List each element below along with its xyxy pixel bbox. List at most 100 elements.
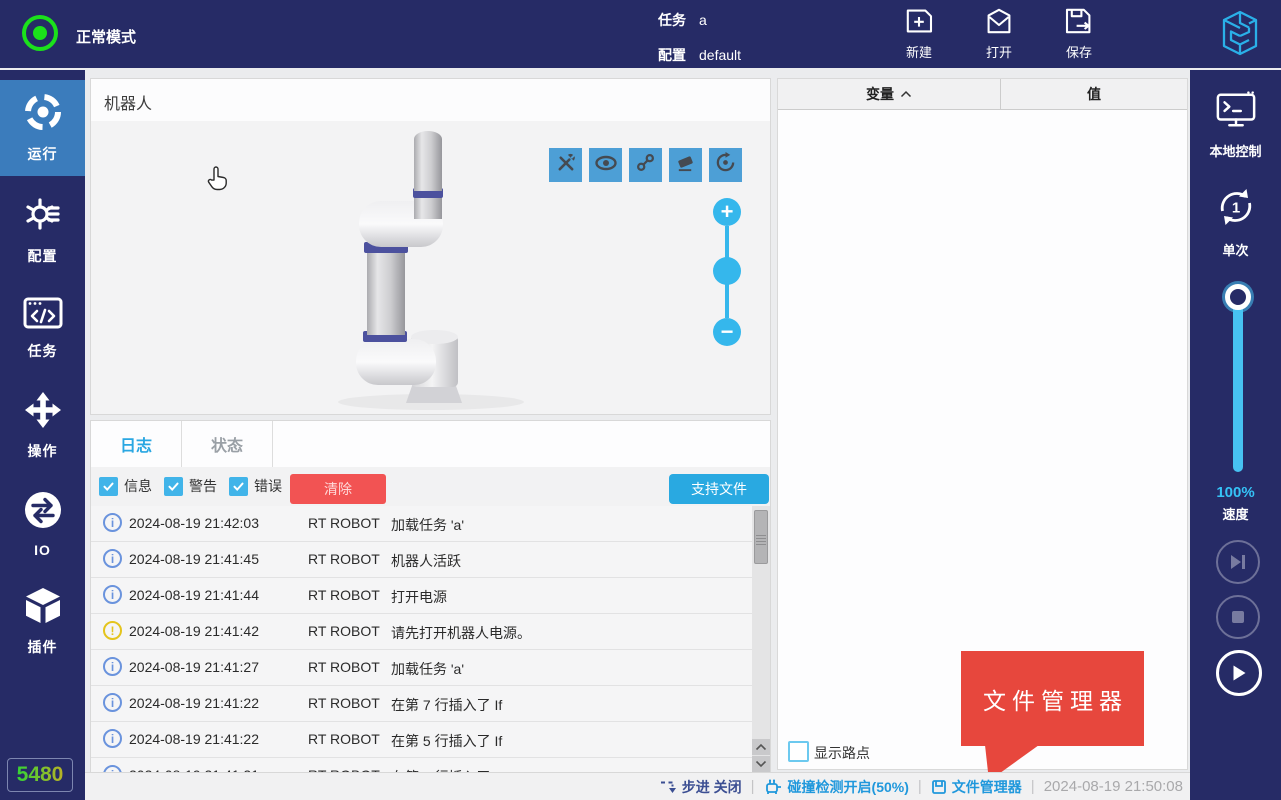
log-row[interactable]: i 2024-08-19 21:41:22 RT ROBOT 在第 7 行插入了… bbox=[91, 686, 752, 722]
robot-3d-view[interactable]: + − bbox=[91, 121, 770, 414]
tools-button[interactable] bbox=[549, 148, 582, 182]
path-button[interactable] bbox=[629, 148, 662, 182]
robot-panel-header: 机器人 bbox=[91, 79, 770, 122]
filter-warn-label: 警告 bbox=[189, 476, 217, 496]
log-source: RT ROBOT bbox=[308, 695, 380, 711]
robot-arm-model bbox=[331, 121, 531, 413]
top-navbar: 正常模式 任务a 配置default 新建 打开 保存 bbox=[0, 0, 1281, 68]
scroll-down-button[interactable] bbox=[752, 756, 770, 772]
status-bar: 步进 关闭 | 碰撞检测开启(50%) | 文件管理器 | 2024-08-19… bbox=[85, 772, 1190, 800]
checkbox-checked-icon bbox=[229, 477, 248, 496]
sidebar-item-label: 任务 bbox=[28, 341, 58, 361]
scrollbar-thumb[interactable] bbox=[754, 510, 768, 564]
file-manager-button[interactable]: 文件管理器 bbox=[931, 777, 1022, 797]
log-time: 2024-08-19 21:41:27 bbox=[129, 659, 259, 675]
column-header-variable[interactable]: 变量 bbox=[778, 79, 1001, 110]
stop-button[interactable] bbox=[1216, 595, 1260, 639]
task-code-icon bbox=[23, 295, 63, 334]
sidebar-item-config[interactable]: 配置 bbox=[0, 194, 85, 266]
log-row[interactable]: i 2024-08-19 21:41:45 RT ROBOT 机器人活跃 bbox=[91, 542, 752, 578]
play-icon bbox=[1231, 664, 1247, 682]
log-time: 2024-08-19 21:41:22 bbox=[129, 731, 259, 747]
robot-panel: 机器人 bbox=[90, 78, 771, 415]
local-control-button[interactable]: 本地控制 bbox=[1190, 90, 1281, 160]
sidebar-item-label: 插件 bbox=[28, 637, 58, 657]
single-loop-icon: 1 bbox=[1213, 184, 1259, 235]
save-task-button[interactable]: 保存 bbox=[1048, 6, 1110, 61]
log-row[interactable]: i 2024-08-19 21:41:21 RT ROBOT 在第 3 行插入了… bbox=[91, 758, 752, 772]
log-row[interactable]: ! 2024-08-19 21:41:42 RT ROBOT 请先打开机器人电源… bbox=[91, 614, 752, 650]
mode-status-icon bbox=[22, 15, 58, 51]
log-message: 机器人活跃 bbox=[391, 551, 461, 571]
tab-status[interactable]: 状态 bbox=[182, 421, 273, 467]
filter-error-checkbox[interactable]: 错误 bbox=[229, 476, 282, 496]
file-manager-callout: 文件管理器 bbox=[961, 651, 1144, 746]
log-message: 加载任务 'a' bbox=[391, 659, 464, 679]
filter-info-checkbox[interactable]: 信息 bbox=[99, 476, 152, 496]
new-file-icon bbox=[903, 23, 935, 40]
warning-icon: ! bbox=[103, 621, 122, 640]
new-label: 新建 bbox=[888, 42, 950, 61]
log-message: 在第 5 行插入了 If bbox=[391, 731, 502, 751]
config-row: 配置default bbox=[658, 45, 741, 65]
sidebar-item-io[interactable]: IO bbox=[0, 488, 85, 560]
scroll-up-button[interactable] bbox=[752, 739, 770, 755]
collision-detection-status[interactable]: 碰撞检测开启(50%) bbox=[764, 777, 909, 797]
log-row[interactable]: i 2024-08-19 21:41:22 RT ROBOT 在第 5 行插入了… bbox=[91, 722, 752, 758]
info-icon: i bbox=[103, 657, 122, 676]
config-value: default bbox=[699, 47, 741, 63]
reset-view-button[interactable] bbox=[709, 148, 742, 182]
skip-icon bbox=[1229, 554, 1247, 570]
filter-warn-checkbox[interactable]: 警告 bbox=[164, 476, 217, 496]
tab-log[interactable]: 日志 bbox=[91, 421, 182, 467]
log-row[interactable]: i 2024-08-19 21:42:03 RT ROBOT 加载任务 'a' bbox=[91, 506, 752, 542]
zoom-slider-handle[interactable] bbox=[713, 257, 741, 285]
log-source: RT ROBOT bbox=[308, 551, 380, 567]
step-icon bbox=[660, 779, 677, 794]
io-icon bbox=[23, 490, 63, 535]
visibility-button[interactable] bbox=[589, 148, 622, 182]
robot-panel-title: 机器人 bbox=[104, 90, 152, 114]
log-panel: 日志 状态 信息 警告 错误 清除 支持文件 i 2024-08-19 21:4… bbox=[90, 420, 771, 772]
new-task-button[interactable]: 新建 bbox=[888, 6, 950, 61]
open-task-button[interactable]: 打开 bbox=[968, 6, 1030, 61]
log-time: 2024-08-19 21:41:44 bbox=[129, 587, 259, 603]
sidebar-item-operate[interactable]: 操作 bbox=[0, 390, 85, 462]
speed-slider-handle[interactable] bbox=[1225, 284, 1251, 310]
log-time: 2024-08-19 21:41:45 bbox=[129, 551, 259, 567]
sidebar-item-label: 配置 bbox=[28, 246, 58, 266]
speed-value: 100% bbox=[1190, 484, 1281, 501]
sidebar-item-plugin[interactable]: 插件 bbox=[0, 586, 85, 658]
cursor-pointer-icon bbox=[206, 165, 228, 191]
show-waypoints-checkbox[interactable] bbox=[788, 741, 809, 762]
local-control-label: 本地控制 bbox=[1190, 141, 1281, 160]
speed-slider-track[interactable] bbox=[1233, 300, 1243, 472]
zoom-out-button[interactable]: − bbox=[713, 318, 741, 346]
variable-header-label: 变量 bbox=[866, 84, 894, 104]
log-time: 2024-08-19 21:41:42 bbox=[129, 623, 259, 639]
log-row[interactable]: i 2024-08-19 21:41:44 RT ROBOT 打开电源 bbox=[91, 578, 752, 614]
open-icon bbox=[983, 23, 1015, 40]
single-run-button[interactable]: 1 单次 bbox=[1190, 184, 1281, 259]
step-forward-button[interactable] bbox=[1216, 540, 1260, 584]
chevron-up-icon bbox=[755, 743, 767, 751]
sidebar-item-run[interactable]: 运行 bbox=[0, 80, 85, 176]
svg-text:1: 1 bbox=[1231, 200, 1239, 217]
log-scrollbar[interactable] bbox=[752, 506, 770, 772]
sidebar-item-label: 运行 bbox=[28, 144, 58, 164]
counter-badge: 5480 bbox=[7, 758, 73, 792]
log-source: RT ROBOT bbox=[308, 623, 380, 639]
clear-log-button[interactable]: 清除 bbox=[290, 474, 386, 504]
log-row[interactable]: i 2024-08-19 21:41:27 RT ROBOT 加载任务 'a' bbox=[91, 650, 752, 686]
separator: | bbox=[751, 778, 755, 795]
zoom-in-button[interactable]: + bbox=[713, 198, 741, 226]
left-sidebar: 运行 配置 任务 操作 IO 插件 5480 bbox=[0, 70, 85, 800]
support-files-button[interactable]: 支持文件 bbox=[669, 474, 769, 504]
sidebar-item-task[interactable]: 任务 bbox=[0, 292, 85, 364]
path-icon bbox=[635, 152, 656, 178]
eraser-button[interactable] bbox=[669, 148, 702, 182]
step-mode-status[interactable]: 步进 关闭 bbox=[660, 777, 742, 797]
play-button[interactable] bbox=[1216, 650, 1262, 696]
column-header-value[interactable]: 值 bbox=[1001, 79, 1187, 110]
step-status-label: 步进 关闭 bbox=[682, 777, 742, 797]
